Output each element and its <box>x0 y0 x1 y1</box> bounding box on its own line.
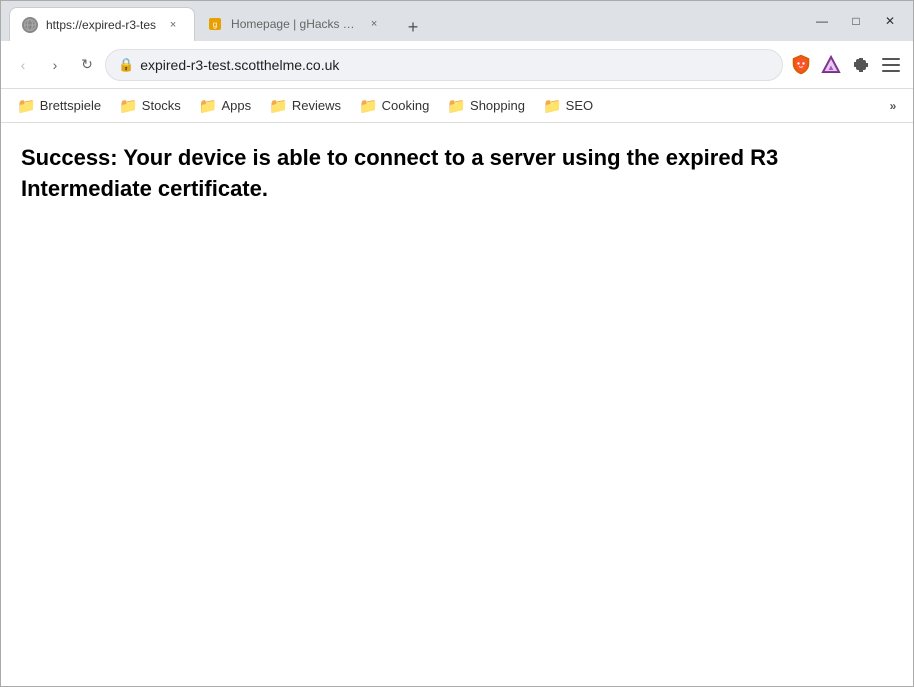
bookmark-cooking[interactable]: 📁 Cooking <box>351 93 437 119</box>
maximize-button[interactable]: □ <box>841 9 871 33</box>
bookmark-label: Shopping <box>470 98 525 113</box>
window-controls: — □ ✕ <box>807 9 905 33</box>
bookmark-label: Apps <box>222 98 252 113</box>
inactive-tab[interactable]: g Homepage | gHacks Tech × <box>195 7 395 41</box>
folder-icon: 📁 <box>269 97 288 115</box>
bookmark-label: Cooking <box>382 98 430 113</box>
active-tab[interactable]: https://expired-r3-tes × <box>9 7 195 41</box>
bookmark-brettspiele[interactable]: 📁 Brettspiele <box>9 93 109 119</box>
bookmarks-bar: 📁 Brettspiele 📁 Stocks 📁 Apps 📁 Reviews … <box>1 89 913 123</box>
svg-text:g: g <box>213 20 217 29</box>
menu-icon[interactable] <box>877 51 905 79</box>
lock-icon: 🔒 <box>118 57 134 73</box>
more-bookmarks-button[interactable]: » <box>881 94 905 118</box>
minimize-button[interactable]: — <box>807 9 837 33</box>
folder-icon: 📁 <box>543 97 562 115</box>
navbar: ‹ › ↻ 🔒 expired-r3-test.scotthelme.co.uk <box>1 41 913 89</box>
active-tab-title: https://expired-r3-tes <box>46 18 156 32</box>
extensions-icon[interactable] <box>847 51 875 79</box>
bookmark-label: Brettspiele <box>40 98 101 113</box>
bookmark-seo[interactable]: 📁 SEO <box>535 93 601 119</box>
toolbar-icons: ▲ <box>787 51 905 79</box>
reload-button[interactable]: ↻ <box>73 51 101 79</box>
inactive-tab-close[interactable]: × <box>365 15 383 33</box>
bookmark-label: SEO <box>566 98 593 113</box>
svg-text:▲: ▲ <box>827 63 835 72</box>
brave-shields-icon[interactable] <box>787 51 815 79</box>
folder-icon: 📁 <box>119 97 138 115</box>
inactive-tab-title: Homepage | gHacks Tech <box>231 17 357 31</box>
inactive-tab-favicon: g <box>207 16 223 32</box>
close-button[interactable]: ✕ <box>875 9 905 33</box>
bookmark-shopping[interactable]: 📁 Shopping <box>439 93 533 119</box>
folder-icon: 📁 <box>199 97 218 115</box>
active-tab-close[interactable]: × <box>164 16 182 34</box>
new-tab-button[interactable]: + <box>399 13 427 41</box>
folder-icon: 📁 <box>359 97 378 115</box>
bookmark-label: Reviews <box>292 98 341 113</box>
tab-bar: https://expired-r3-tes × g Homepage | gH… <box>9 1 803 41</box>
address-text: expired-r3-test.scotthelme.co.uk <box>140 57 770 73</box>
success-message: Success: Your device is able to connect … <box>21 143 881 205</box>
folder-icon: 📁 <box>447 97 466 115</box>
browser-window: https://expired-r3-tes × g Homepage | gH… <box>0 0 914 687</box>
forward-button[interactable]: › <box>41 51 69 79</box>
bookmark-apps[interactable]: 📁 Apps <box>191 93 259 119</box>
folder-icon: 📁 <box>17 97 36 115</box>
tab-favicon <box>22 17 38 33</box>
address-bar[interactable]: 🔒 expired-r3-test.scotthelme.co.uk <box>105 49 783 81</box>
page-content: Success: Your device is able to connect … <box>1 123 913 686</box>
bookmark-label: Stocks <box>142 98 181 113</box>
brave-rewards-icon[interactable]: ▲ <box>817 51 845 79</box>
titlebar: https://expired-r3-tes × g Homepage | gH… <box>1 1 913 41</box>
back-button[interactable]: ‹ <box>9 51 37 79</box>
bookmark-stocks[interactable]: 📁 Stocks <box>111 93 189 119</box>
bookmark-reviews[interactable]: 📁 Reviews <box>261 93 349 119</box>
